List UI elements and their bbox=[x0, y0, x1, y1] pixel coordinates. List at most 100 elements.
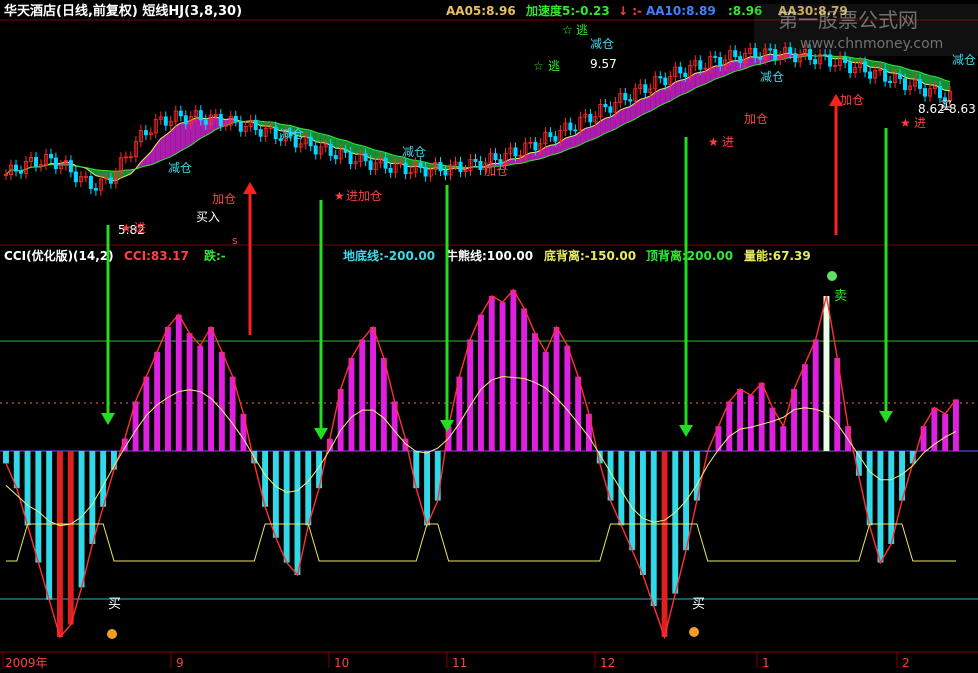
ribbon-segment bbox=[720, 64, 726, 78]
candle-body bbox=[253, 119, 258, 131]
candle-body bbox=[418, 162, 423, 168]
buy-in-label: 买入 bbox=[196, 210, 220, 224]
watermark-line1: 第一股票公式网 bbox=[778, 8, 918, 32]
x-tick-label: 2 bbox=[902, 656, 910, 670]
candle-body bbox=[938, 86, 943, 99]
candle-body bbox=[553, 136, 558, 142]
cci-sell-label: 卖 bbox=[834, 289, 847, 304]
ribbon-segment bbox=[340, 139, 346, 150]
small-buy-label: 买 bbox=[940, 99, 952, 113]
candle-body bbox=[813, 59, 818, 65]
cci-bar bbox=[424, 451, 430, 526]
cci-bar bbox=[488, 296, 495, 451]
cci-bar bbox=[305, 451, 312, 526]
cci-bar bbox=[661, 451, 668, 637]
candle-body bbox=[868, 71, 873, 79]
candle-body bbox=[623, 93, 628, 101]
cci-bar bbox=[942, 413, 949, 451]
cci-bar bbox=[747, 395, 754, 451]
cci-bar bbox=[737, 389, 743, 451]
jiasudu-readout: 加速度5:-0.23 bbox=[525, 3, 610, 18]
ribbon-segment bbox=[910, 69, 915, 80]
ribbon-segment bbox=[165, 131, 171, 159]
candle-body bbox=[793, 53, 798, 63]
cci-bar bbox=[67, 451, 74, 625]
candle-body bbox=[608, 106, 613, 113]
cci-bar bbox=[359, 339, 366, 451]
star-icon-3: ★ bbox=[708, 135, 719, 149]
ribbon-segment bbox=[585, 127, 591, 143]
chart-title: 华天酒店(日线,前复权) 短线HJ(3,8,30) bbox=[4, 3, 242, 19]
ribbon-segment bbox=[550, 144, 556, 156]
hollow-star-icon-2: ☆ bbox=[562, 23, 573, 37]
candle-body bbox=[698, 60, 703, 70]
candle-body bbox=[478, 160, 483, 170]
candle-body bbox=[588, 114, 593, 123]
cci-bar bbox=[564, 345, 571, 451]
cci-bar bbox=[186, 333, 193, 451]
ribbon-segment bbox=[160, 135, 166, 161]
cci-bar bbox=[640, 451, 646, 575]
x-tick-label: 11 bbox=[452, 656, 467, 670]
cci-bar bbox=[553, 327, 560, 451]
ribbon-segment bbox=[660, 88, 666, 106]
reduce-label-1: 减仓 bbox=[168, 161, 192, 175]
candle-body bbox=[368, 160, 373, 171]
ribbon-segment bbox=[180, 122, 186, 151]
ribbon-segment bbox=[190, 117, 196, 146]
cci-bar bbox=[24, 451, 31, 526]
aa10-readout: AA10:8.89 bbox=[646, 4, 716, 18]
star-icon-2: ★ bbox=[334, 189, 345, 203]
cci-bar bbox=[165, 327, 171, 451]
niuxiong-value: 牛熊线:100.00 bbox=[446, 248, 533, 263]
candle-body bbox=[548, 132, 553, 138]
candle-body bbox=[313, 145, 318, 155]
watermark-line2: www.chnmoney.com bbox=[800, 36, 943, 52]
cci-bar bbox=[478, 314, 484, 451]
candle-body bbox=[443, 170, 448, 176]
star-icon-1: ★ bbox=[121, 221, 132, 235]
reduce-label-3: 减仓 bbox=[402, 145, 426, 159]
cci-bar bbox=[586, 413, 592, 451]
cci-bar bbox=[629, 451, 636, 551]
candle-body bbox=[183, 115, 188, 125]
candle-body bbox=[34, 156, 39, 167]
cci-bar bbox=[812, 339, 819, 451]
ribbon-segment bbox=[715, 65, 721, 80]
cci-bar bbox=[888, 451, 895, 544]
candle-body bbox=[788, 47, 793, 54]
ribbon-segment bbox=[930, 75, 935, 86]
candle-body bbox=[348, 151, 353, 165]
x-tick-label: 12 bbox=[600, 656, 615, 670]
die-value: 跌:- bbox=[204, 248, 226, 263]
ribbon-segment bbox=[175, 123, 181, 154]
cci-bar bbox=[920, 426, 927, 451]
add-label-4: 加仓 bbox=[840, 93, 864, 107]
s-mark-label: s bbox=[232, 234, 238, 247]
ribbon-segment bbox=[645, 96, 651, 114]
enter-label-1: 进 bbox=[134, 221, 146, 235]
cci-bar bbox=[46, 451, 53, 600]
candle-body bbox=[758, 57, 763, 60]
candle-body bbox=[683, 72, 688, 77]
candle-body bbox=[423, 166, 428, 177]
cci-bar bbox=[57, 451, 63, 637]
ribbon-segment bbox=[625, 106, 631, 124]
cci-bar bbox=[953, 399, 959, 451]
cci-bar bbox=[35, 451, 42, 563]
diamond-icon-3 bbox=[827, 271, 837, 281]
ribbon-segment bbox=[570, 135, 576, 149]
candle-body bbox=[458, 161, 463, 173]
cci-name: CCI(优化版)(14,2) bbox=[4, 248, 114, 263]
cci-bar bbox=[758, 382, 765, 451]
candle-body bbox=[198, 110, 203, 121]
stock-chart[interactable]: 华天酒店(日线,前复权) 短线HJ(3,8,30) AA05:8.96 加速度5… bbox=[0, 0, 978, 673]
reduce-label-2: 减仓 bbox=[280, 127, 304, 141]
candle-body bbox=[438, 162, 443, 172]
candle-body bbox=[343, 149, 348, 153]
candle-body bbox=[533, 141, 538, 151]
candle-body bbox=[93, 188, 98, 191]
cci-bar bbox=[348, 358, 355, 451]
cci-bar bbox=[575, 376, 582, 451]
candle-body bbox=[768, 48, 773, 51]
